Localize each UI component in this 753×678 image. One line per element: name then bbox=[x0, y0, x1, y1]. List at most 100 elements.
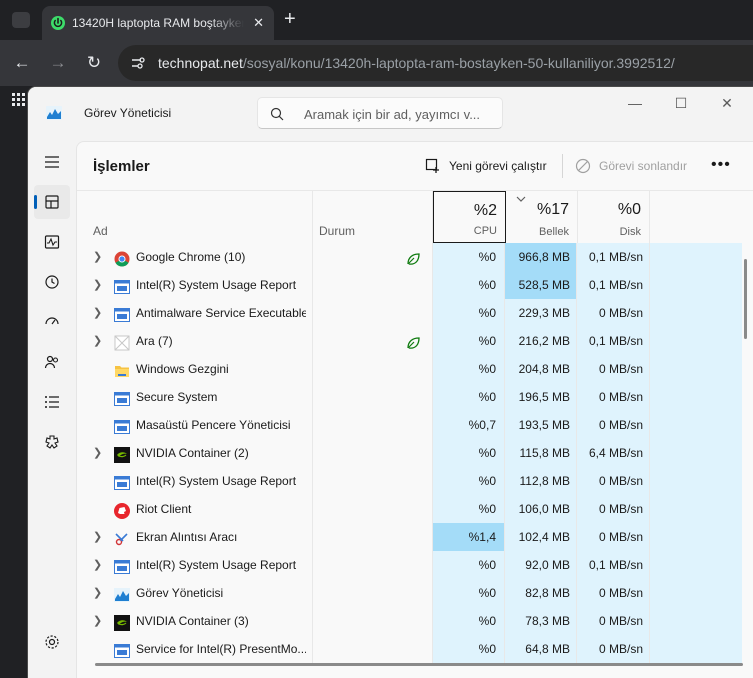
process-cpu: %0 bbox=[433, 467, 505, 495]
disk-label: Disk bbox=[619, 226, 641, 238]
browser-tab[interactable]: 13420H laptopta RAM boştayken 50 kullanı… bbox=[42, 6, 274, 40]
tab-search-button[interactable] bbox=[12, 12, 30, 28]
site-info-icon[interactable] bbox=[130, 55, 146, 71]
process-name: Masaüstü Pencere Yöneticisi bbox=[136, 418, 291, 432]
process-disk: 0 MB/sn bbox=[577, 383, 650, 411]
efficiency-mode-leaf-icon bbox=[405, 249, 421, 265]
process-memory: 966,8 MB bbox=[505, 243, 577, 271]
expand-chevron-icon[interactable]: ❯ bbox=[93, 607, 105, 635]
end-task-button[interactable]: Görevi sonlandır bbox=[575, 154, 687, 178]
process-name-cell: Windows Gezgini bbox=[77, 355, 312, 383]
back-icon[interactable]: ← bbox=[12, 53, 32, 73]
process-disk: 0,1 MB/sn bbox=[577, 551, 650, 579]
nvidia-icon bbox=[114, 445, 130, 463]
startup-apps-icon[interactable] bbox=[34, 305, 70, 339]
table-row[interactable]: ❯ NVIDIA Container (3) %0 78,3 MB 0 MB/sn bbox=[77, 607, 753, 635]
expand-chevron-icon[interactable]: ❯ bbox=[93, 523, 105, 551]
process-extra-column bbox=[650, 607, 742, 635]
settings-icon[interactable] bbox=[34, 625, 70, 659]
process-disk: 0 MB/sn bbox=[577, 635, 650, 663]
table-row[interactable]: Secure System %0 196,5 MB 0 MB/sn bbox=[77, 383, 753, 411]
process-name-cell: ❯ Intel(R) System Usage Report bbox=[77, 271, 312, 299]
maximize-icon[interactable]: ☐ bbox=[668, 93, 694, 113]
table-row[interactable]: ❯ Google Chrome (10) %0 966,8 MB 0,1 MB/sn bbox=[77, 243, 753, 271]
search-box[interactable] bbox=[257, 97, 503, 129]
column-header-disk[interactable]: %0 Disk bbox=[578, 191, 650, 243]
users-icon[interactable] bbox=[34, 345, 70, 379]
process-memory: 102,4 MB bbox=[505, 523, 577, 551]
performance-icon[interactable] bbox=[34, 225, 70, 259]
app-history-icon[interactable] bbox=[34, 265, 70, 299]
table-row[interactable]: Intel(R) System Usage Report %0 112,8 MB 0 … bbox=[77, 467, 753, 495]
table-row[interactable]: ❯ Görev Yöneticisi %0 82,8 MB 0 MB/sn bbox=[77, 579, 753, 607]
process-memory: 112,8 MB bbox=[505, 467, 577, 495]
end-task-label: Görevi sonlandır bbox=[599, 159, 688, 173]
process-name: Ara (7) bbox=[136, 334, 173, 348]
process-extra-column bbox=[650, 327, 742, 355]
process-disk: 0,1 MB/sn bbox=[577, 271, 650, 299]
horizontal-scrollbar[interactable] bbox=[95, 663, 743, 666]
process-cpu: %0 bbox=[433, 439, 505, 467]
new-task-button[interactable]: Yeni görevi çalıştır bbox=[425, 154, 547, 178]
process-cpu: %0 bbox=[433, 551, 505, 579]
app-window-icon bbox=[114, 417, 130, 434]
title-bar: Görev Yöneticisi — ☐ ✕ bbox=[28, 87, 753, 141]
process-status-cell bbox=[312, 271, 433, 299]
process-list: ❯ Google Chrome (10) %0 966,8 MB 0,1 MB/sn ❯ I… bbox=[77, 243, 753, 663]
table-row[interactable]: ❯ Antimalware Service Executable %0 229,3 M… bbox=[77, 299, 753, 327]
new-tab-button[interactable]: + bbox=[284, 9, 296, 29]
expand-chevron-icon[interactable]: ❯ bbox=[93, 243, 105, 271]
table-row[interactable]: Windows Gezgini %0 204,8 MB 0 MB/sn bbox=[77, 355, 753, 383]
process-extra-column bbox=[650, 411, 742, 439]
process-name-cell: Masaüstü Pencere Yöneticisi bbox=[77, 411, 312, 439]
table-row[interactable]: Service for Intel(R) PresentMo... %0 64,8 … bbox=[77, 635, 753, 663]
close-window-icon[interactable]: ✕ bbox=[714, 93, 740, 113]
close-tab-icon[interactable]: ✕ bbox=[253, 15, 264, 31]
table-row[interactable]: ❯ Intel(R) System Usage Report %0 528,5 MB 0… bbox=[77, 271, 753, 299]
forward-icon[interactable]: → bbox=[48, 53, 68, 73]
search-input[interactable] bbox=[302, 104, 498, 124]
table-row[interactable]: Masaüstü Pencere Yöneticisi %0,7 193,5 MB 0… bbox=[77, 411, 753, 439]
expand-chevron-icon[interactable]: ❯ bbox=[93, 551, 105, 579]
details-icon[interactable] bbox=[34, 385, 70, 419]
process-cpu: %0 bbox=[433, 271, 505, 299]
cpu-total: %2 bbox=[473, 202, 497, 219]
table-row[interactable]: ❯ Ekran Alıntısı Aracı %1,4 102,4 MB 0 MB/sn bbox=[77, 523, 753, 551]
process-extra-column bbox=[650, 635, 742, 663]
column-header-memory[interactable]: %17 Bellek bbox=[506, 191, 578, 243]
column-header-cpu[interactable]: %2 CPU bbox=[433, 191, 506, 243]
apps-grid-icon[interactable] bbox=[12, 93, 26, 107]
expand-chevron-icon[interactable]: ❯ bbox=[93, 271, 105, 299]
table-row[interactable]: ❯ NVIDIA Container (2) %0 115,8 MB 6,4 MB/sn bbox=[77, 439, 753, 467]
process-extra-column bbox=[650, 439, 742, 467]
app-window-icon bbox=[114, 641, 130, 658]
table-row[interactable]: Riot Client %0 106,0 MB 0 MB/sn bbox=[77, 495, 753, 523]
services-icon[interactable] bbox=[34, 425, 70, 459]
process-disk: 0,1 MB/sn bbox=[577, 243, 650, 271]
table-row[interactable]: ❯ Ara (7) %0 216,2 MB 0,1 MB/sn bbox=[77, 327, 753, 355]
reload-icon[interactable]: ↻ bbox=[84, 53, 104, 73]
expand-chevron-icon[interactable]: ❯ bbox=[93, 439, 105, 467]
processes-icon[interactable] bbox=[34, 185, 70, 219]
search-app-icon bbox=[114, 333, 130, 351]
app-window-icon bbox=[114, 557, 130, 574]
expand-chevron-icon[interactable]: ❯ bbox=[93, 579, 105, 607]
column-header-name[interactable]: Ad bbox=[77, 191, 312, 243]
process-status-cell bbox=[312, 439, 433, 467]
table-row[interactable]: ❯ Intel(R) System Usage Report %0 92,0 MB 0,… bbox=[77, 551, 753, 579]
process-name-cell: ❯ Ara (7) bbox=[77, 327, 312, 355]
minimize-icon[interactable]: — bbox=[622, 93, 648, 113]
vertical-scrollbar[interactable] bbox=[744, 259, 747, 339]
process-memory: 204,8 MB bbox=[505, 355, 577, 383]
column-header-status[interactable]: Durum bbox=[312, 191, 433, 243]
hamburger-menu-icon[interactable] bbox=[34, 145, 70, 179]
process-name: Antimalware Service Executable bbox=[136, 306, 306, 320]
more-options-icon[interactable]: ••• bbox=[711, 156, 731, 174]
process-status-cell bbox=[312, 411, 433, 439]
process-cpu: %0,7 bbox=[433, 411, 505, 439]
expand-chevron-icon[interactable]: ❯ bbox=[93, 327, 105, 355]
process-extra-column bbox=[650, 383, 742, 411]
expand-chevron-icon[interactable]: ❯ bbox=[93, 299, 105, 327]
process-name: Intel(R) System Usage Report bbox=[136, 474, 297, 488]
address-bar[interactable]: technopat.net/sosyal/konu/13420h-laptopt… bbox=[118, 45, 753, 81]
